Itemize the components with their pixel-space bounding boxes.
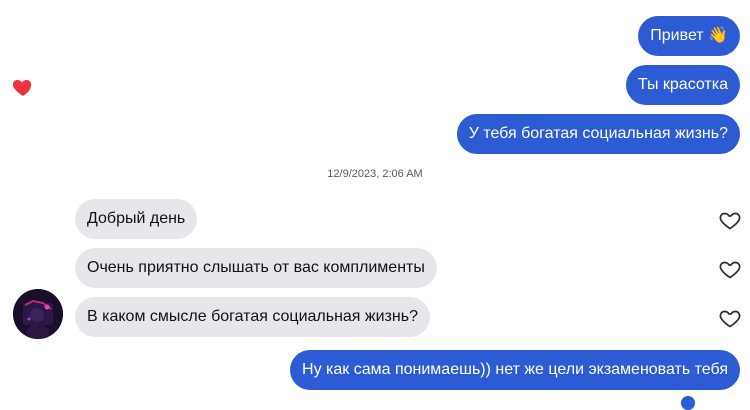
incoming-message[interactable]: В каком смысле богатая социальная жизнь? xyxy=(75,297,430,337)
like-heart-icon[interactable] xyxy=(718,257,742,281)
contact-avatar[interactable] xyxy=(13,289,63,339)
outgoing-message[interactable]: Ну как сама понимаешь)) нет же цели экза… xyxy=(290,350,740,390)
like-heart-icon[interactable] xyxy=(718,306,742,330)
avatar-image xyxy=(13,289,63,339)
heart-reaction-icon xyxy=(12,80,32,96)
incoming-message[interactable]: Очень приятно слышать от вас комплименты xyxy=(75,248,437,288)
outgoing-message[interactable]: Привет 👋 xyxy=(638,16,740,56)
message-timestamp: 12/9/2023, 2:06 AM xyxy=(327,168,423,180)
like-heart-icon[interactable] xyxy=(718,208,742,232)
seen-indicator-avatar xyxy=(681,396,695,410)
outgoing-message[interactable]: У тебя богатая социальная жизнь? xyxy=(456,114,740,154)
outgoing-message[interactable]: Ты красотка xyxy=(625,65,740,105)
incoming-message[interactable]: Добрый день xyxy=(75,199,198,239)
